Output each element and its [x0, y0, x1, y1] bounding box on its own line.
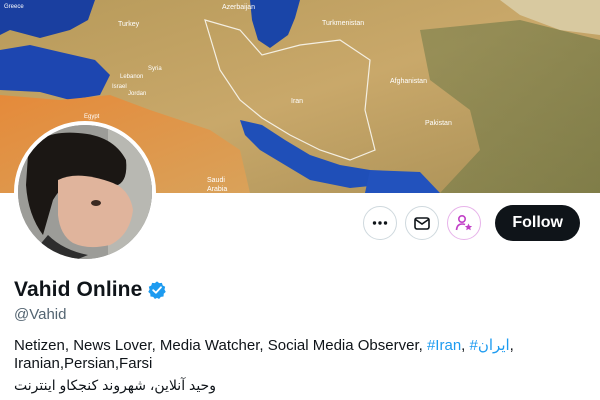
bio-suffix: , — [509, 337, 514, 354]
avatar-photo — [18, 125, 152, 259]
bio-line-1: Netizen, News Lover, Media Watcher, Soci… — [14, 337, 574, 355]
bio-line-3: وحید آنلاین، شهروند کنجکاو اینترنت — [14, 377, 216, 393]
map-label-azerbaijan: Azerbaijan — [222, 4, 255, 11]
map-label-iran: Iran — [291, 98, 303, 105]
more-horizontal-icon — [373, 221, 388, 225]
map-label-syria: Syria — [148, 66, 162, 72]
avatar[interactable] — [14, 121, 156, 263]
message-button[interactable] — [405, 206, 440, 240]
map-label-arabia: Arabia — [207, 186, 227, 193]
verified-badge-icon[interactable] — [147, 280, 167, 300]
hashtag-iran[interactable]: #Iran — [427, 337, 461, 354]
map-label-saudi: Saudi — [207, 177, 225, 184]
bio: Netizen, News Lover, Media Watcher, Soci… — [14, 337, 574, 373]
handle: @Vahid — [14, 306, 67, 323]
hashtag-iran-persian[interactable]: #ایران — [470, 337, 510, 354]
more-button[interactable] — [363, 206, 398, 240]
bio-line-2: Iranian,Persian,Farsi — [14, 355, 153, 372]
subscribe-button[interactable] — [447, 206, 482, 240]
map-label-greece: Greece — [4, 4, 24, 10]
envelope-icon — [414, 217, 431, 230]
bio-text: Netizen, News Lover, Media Watcher, Soci… — [14, 337, 427, 354]
follow-label: Follow — [512, 214, 563, 231]
display-name: Vahid Online — [14, 278, 143, 301]
map-label-turkmenistan: Turkmenistan — [322, 20, 364, 27]
map-label-jordan: Jordan — [128, 91, 146, 97]
bio-separator: , — [461, 337, 470, 354]
profile-actions: Follow — [363, 205, 580, 241]
map-label-pakistan: Pakistan — [425, 120, 452, 127]
follow-button[interactable]: Follow — [495, 205, 580, 241]
map-label-afghanistan: Afghanistan — [390, 78, 427, 85]
map-label-egypt: Egypt — [84, 114, 100, 120]
map-label-israel: Israel — [112, 84, 127, 90]
name-row: Vahid Online — [14, 278, 167, 302]
person-star-icon — [456, 214, 473, 231]
map-label-lebanon: Lebanon — [120, 74, 143, 80]
map-label-turkey: Turkey — [118, 21, 140, 28]
